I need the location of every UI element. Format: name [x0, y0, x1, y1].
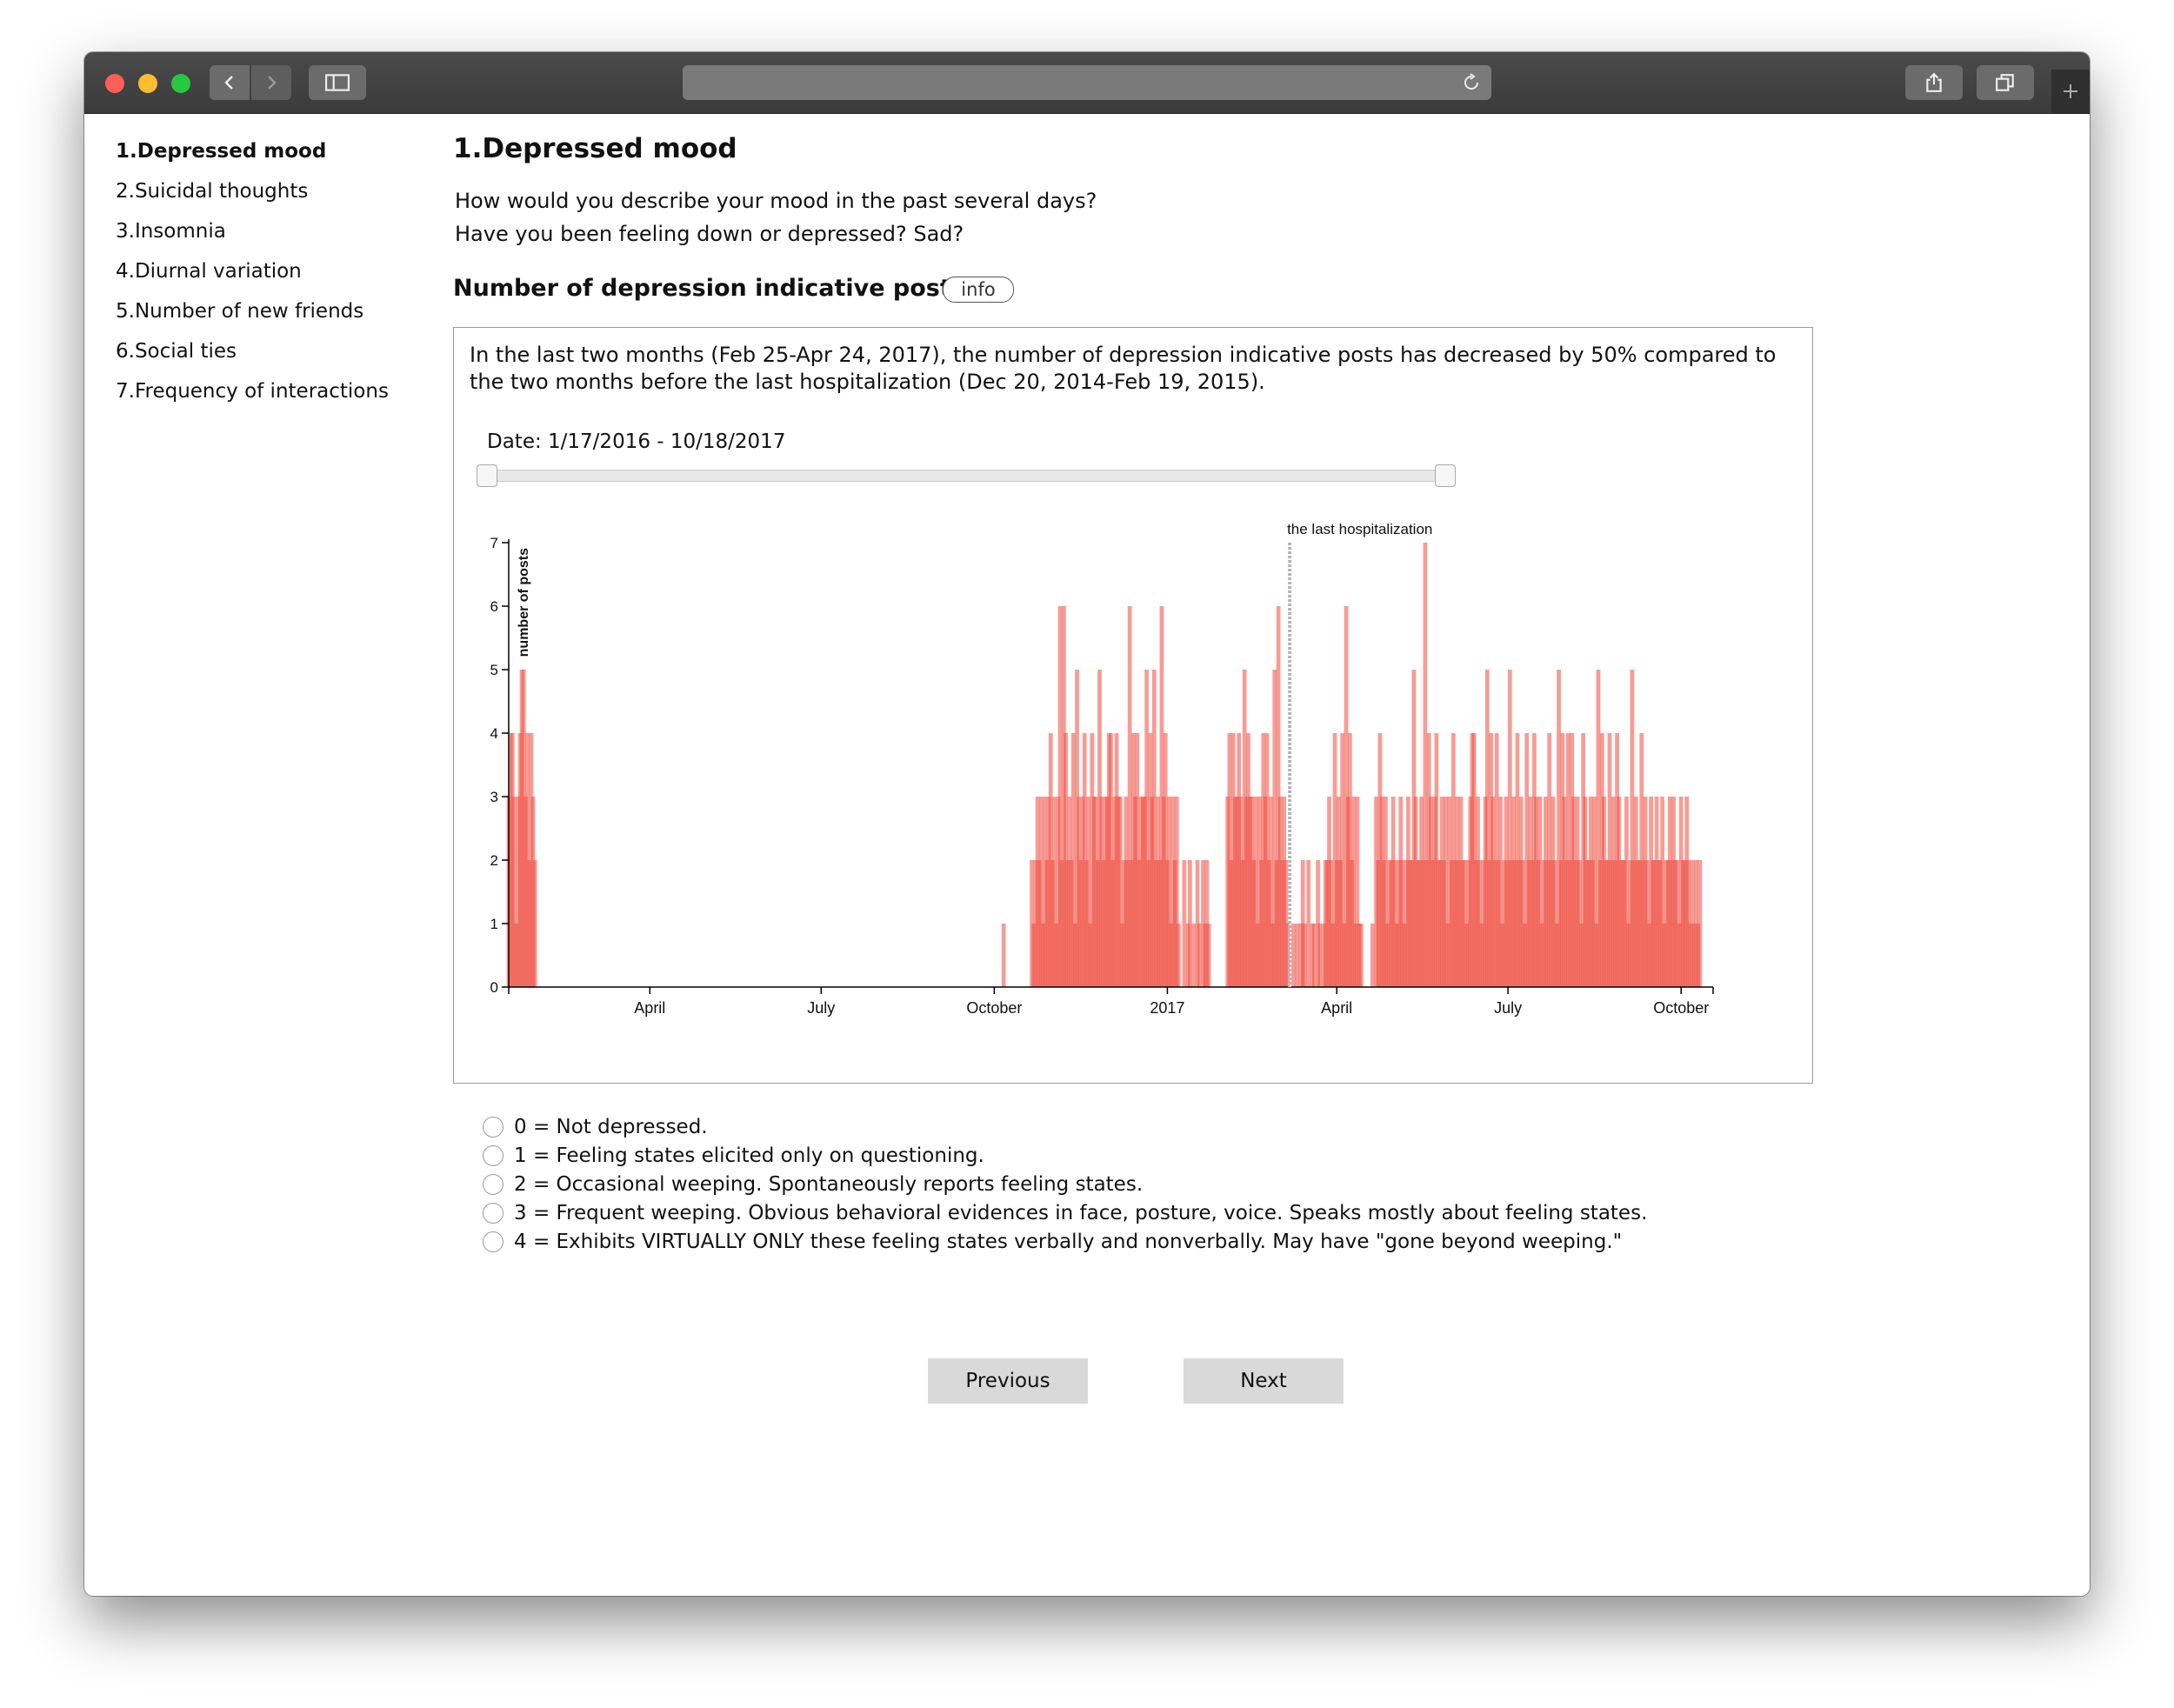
- tab-overview-button[interactable]: [1977, 65, 2034, 100]
- summary-text: In the last two months (Feb 25-Apr 24, 2…: [470, 343, 1777, 394]
- rating-option-label: 1 = Feeling states elicited only on ques…: [514, 1144, 984, 1167]
- back-button[interactable]: [210, 65, 250, 100]
- nav-item-frequency-of-interactions[interactable]: 7.Frequency of interactions: [116, 371, 389, 411]
- next-button[interactable]: Next: [1184, 1358, 1344, 1404]
- chart-bar: [1188, 860, 1192, 987]
- rating-option-label: 2 = Occasional weeping. Spontaneously re…: [514, 1172, 1144, 1196]
- chevron-left-icon: [224, 76, 233, 90]
- y-tick-label: 1: [490, 916, 498, 932]
- address-bar[interactable]: [683, 65, 1491, 100]
- radio-button[interactable]: [483, 1144, 503, 1166]
- y-tick-label: 3: [490, 789, 498, 805]
- hospitalization-label: the last hospitalization: [1287, 521, 1432, 537]
- chart-bar: [1191, 924, 1197, 987]
- nav-item-suicidal-thoughts[interactable]: 2.Suicidal thoughts: [116, 171, 389, 211]
- rating-option-1[interactable]: 1 = Feeling states elicited only on ques…: [483, 1141, 1647, 1170]
- x-tick-label: October: [1653, 999, 1709, 1017]
- rating-option-3[interactable]: 3 = Frequent weeping. Obvious behavioral…: [483, 1198, 1647, 1227]
- browser-window: 1.Depressed mood 2.Suicidal thoughts 3.I…: [84, 52, 2090, 1596]
- date-range-slider[interactable]: [480, 470, 1449, 482]
- x-tick-label: April: [634, 999, 665, 1017]
- chart-bar: [1311, 924, 1317, 987]
- plus-icon: [2064, 84, 2077, 98]
- previous-button[interactable]: Previous: [928, 1358, 1088, 1404]
- y-tick-label: 5: [490, 662, 498, 678]
- x-tick-label: July: [1494, 999, 1522, 1017]
- question-text-line-2: Have you been feeling down or depressed?…: [455, 222, 964, 246]
- radio-button[interactable]: [483, 1202, 503, 1224]
- rating-option-2[interactable]: 2 = Occasional weeping. Spontaneously re…: [483, 1170, 1647, 1198]
- share-icon: [1926, 72, 1942, 92]
- date-range-label: Date: 1/17/2016 - 10/18/2017: [487, 430, 786, 453]
- page-content: 1.Depressed mood 2.Suicidal thoughts 3.I…: [84, 114, 2090, 1596]
- forward-button[interactable]: [251, 65, 291, 100]
- info-button[interactable]: info: [943, 277, 1014, 303]
- chart-bar: [1358, 924, 1364, 987]
- chart-bar: [1206, 924, 1211, 987]
- new-tab-button[interactable]: [2051, 70, 2090, 113]
- chart-bar: [1177, 924, 1181, 987]
- rating-options: 0 = Not depressed. 1 = Feeling states el…: [483, 1112, 1647, 1256]
- tabs-icon: [1996, 74, 2014, 91]
- page-title: 1.Depressed mood: [453, 133, 737, 164]
- x-tick-label: 2017: [1150, 999, 1184, 1017]
- chevron-right-icon: [268, 76, 277, 90]
- chart-bar: [1306, 860, 1311, 987]
- chart-panel: In the last two months (Feb 25-Apr 24, 2…: [453, 327, 1813, 1084]
- share-button[interactable]: [1905, 65, 1963, 100]
- chart-bar: [1317, 924, 1323, 987]
- nav-item-diurnal-variation[interactable]: 4.Diurnal variation: [116, 251, 389, 291]
- chart-bar: [1182, 860, 1187, 987]
- sidebar-icon: [325, 74, 350, 91]
- rating-option-label: 3 = Frequent weeping. Obvious behavioral…: [514, 1201, 1648, 1224]
- chart-bar: [1370, 924, 1375, 987]
- chart-bar: [1291, 924, 1296, 987]
- chart-bar: [1303, 924, 1307, 987]
- chart-bar: [1295, 924, 1300, 987]
- y-tick-label: 2: [490, 852, 498, 869]
- rating-option-label: 4 = Exhibits VIRTUALLY ONLY these feelin…: [514, 1230, 1623, 1253]
- radio-button[interactable]: [483, 1173, 503, 1195]
- reload-icon[interactable]: [1462, 73, 1481, 92]
- nav-item-social-ties[interactable]: 6.Social ties: [116, 331, 389, 371]
- rating-option-label: 0 = Not depressed.: [514, 1115, 708, 1138]
- chart-bar: [1697, 860, 1703, 987]
- rating-option-0[interactable]: 0 = Not depressed.: [483, 1112, 1647, 1141]
- radio-button[interactable]: [483, 1231, 503, 1252]
- date-slider-start-handle[interactable]: [477, 464, 497, 487]
- question-text-line-1: How would you describe your mood in the …: [455, 189, 1097, 213]
- x-tick-label: October: [966, 999, 1022, 1017]
- close-window-button[interactable]: [105, 74, 124, 93]
- x-tick-label: July: [807, 999, 835, 1017]
- chart-bar: [1001, 924, 1006, 987]
- nav-item-insomnia[interactable]: 3.Insomnia: [116, 211, 389, 251]
- y-axis-label: number of posts: [517, 548, 531, 657]
- sidebar-toggle-button[interactable]: [309, 65, 366, 100]
- nav-item-depressed-mood[interactable]: 1.Depressed mood: [116, 131, 389, 171]
- question-nav: 1.Depressed mood 2.Suicidal thoughts 3.I…: [116, 131, 389, 411]
- section-title: Number of depression indicative posts: [453, 275, 965, 302]
- y-tick-label: 7: [490, 535, 498, 551]
- date-slider-end-handle[interactable]: [1435, 464, 1456, 487]
- chart-bar: [532, 860, 537, 987]
- posts-bar-chart: 0 1 2 3 4 5 6 7 number of posts April July October 2…: [490, 521, 1714, 1017]
- rating-option-4[interactable]: 4 = Exhibits VIRTUALLY ONLY these feelin…: [483, 1227, 1647, 1256]
- y-tick-label: 0: [490, 979, 498, 996]
- y-tick-label: 6: [490, 598, 498, 615]
- browser-toolbar: [84, 52, 2090, 114]
- nav-item-new-friends[interactable]: 5.Number of new friends: [116, 291, 389, 331]
- x-tick-label: April: [1321, 999, 1352, 1017]
- minimize-window-button[interactable]: [138, 74, 157, 93]
- y-tick-label: 4: [490, 725, 498, 742]
- zoom-window-button[interactable]: [171, 74, 190, 93]
- chart-bar: [1197, 924, 1202, 987]
- radio-button[interactable]: [483, 1116, 503, 1138]
